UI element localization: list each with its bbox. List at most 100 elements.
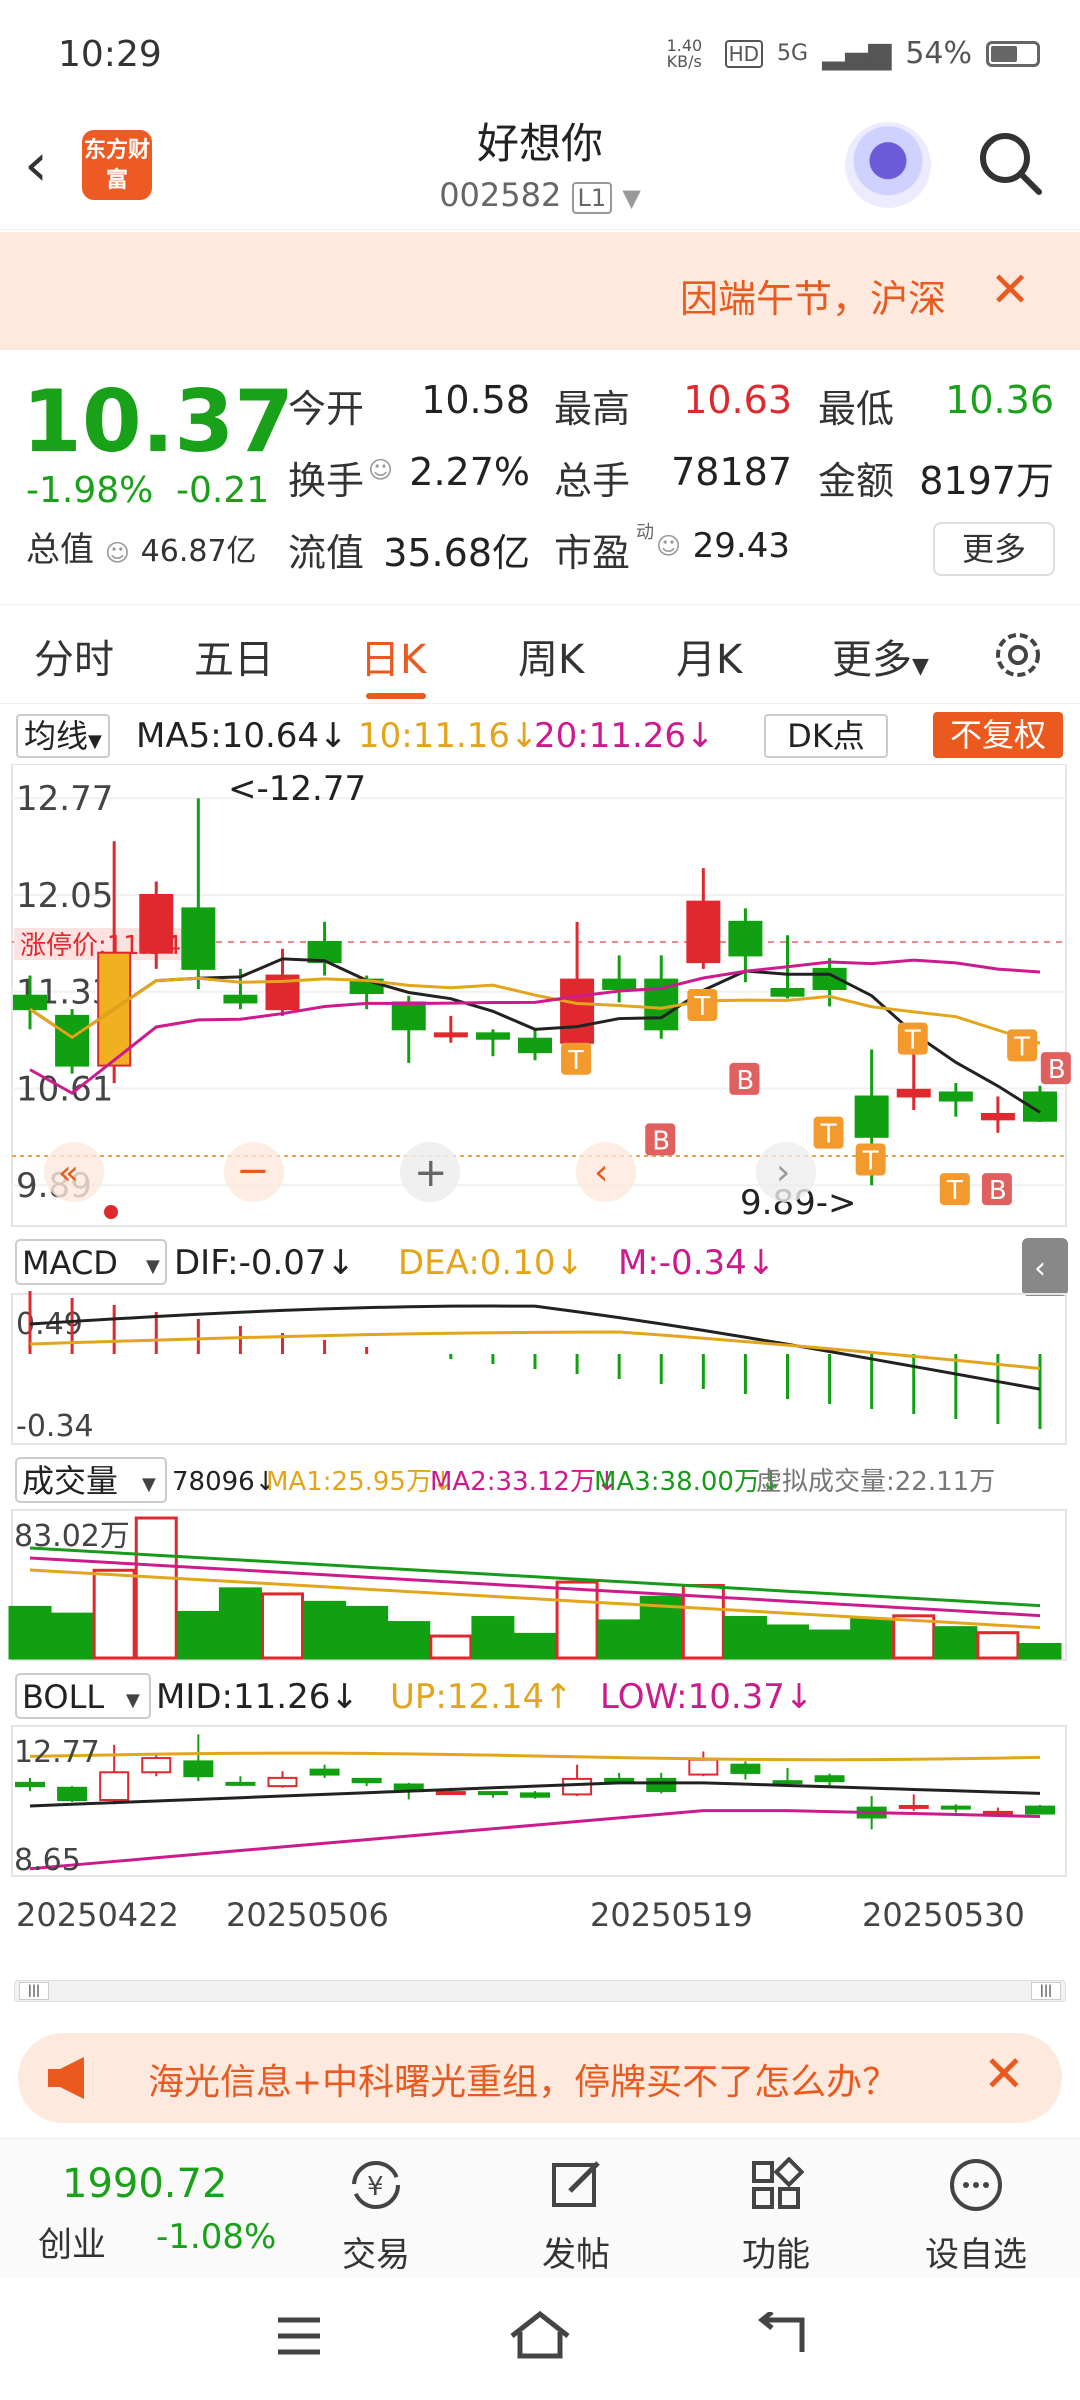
info-icon[interactable]: ☺ [368,456,393,484]
boll-candle-body [1025,1805,1055,1815]
bt-signal-label: T [820,1120,837,1150]
tab-intraday[interactable]: 分时 [34,627,114,685]
candle-body [686,900,721,964]
market-cap-label: 总值 [26,530,94,570]
tab-daily-k[interactable]: 日K [360,627,426,685]
scroll-handle-left[interactable]: ||| [19,1982,49,2000]
home-icon[interactable] [508,2310,572,2360]
tab-monthly-k[interactable]: 月K [676,627,742,685]
news-promo-bar[interactable]: 海光信息+中科曙光重组，停牌买不了怎么办？ ✕ [18,2033,1062,2123]
volume-bar [50,1612,94,1660]
info-icon[interactable]: ☺ [105,539,130,567]
adjust-price-button[interactable]: 不复权 [933,712,1063,758]
amount-value: 8197万 [919,459,1054,503]
change-amount: -0.21 [176,470,270,511]
boll-candle-body [898,1804,929,1809]
index-value[interactable]: 1990.72 [62,2161,227,2207]
m-legend: M:-0.34↓ [618,1243,775,1283]
more-button[interactable]: 更多 [933,522,1055,576]
level-badge: L1 [571,182,613,214]
chart-scrollbar[interactable]: ||| ||| [14,1980,1066,2002]
ma-selector[interactable]: 均线▼ [16,714,110,758]
candle-body [560,978,595,1044]
boll-candle-body [520,1792,550,1798]
gear-icon[interactable] [990,627,1046,683]
volume-bar [850,1617,894,1660]
kline-svg: 涨停价:11.54 12.7712.0511.3310.619.89 <-12.… [8,764,1071,1934]
search-icon[interactable] [975,128,1045,198]
back-button[interactable]: ‹ [24,130,48,200]
boll-mid-legend: MID:11.26↓ [156,1677,359,1717]
functions-button[interactable]: 功能 [706,2156,846,2276]
edit-icon [552,2161,600,2207]
candle-body [980,1112,1015,1121]
svg-text:¥: ¥ [367,2172,384,2202]
date-label: 20250530 [862,1896,1025,1934]
boll-candle-body [99,1771,130,1802]
chevron-down-icon: ▼ [622,184,641,212]
boll-low-line [29,1809,1041,1871]
holiday-notice-banner[interactable]: 因端午节，沪深 ✕ [0,232,1080,350]
candle-body [139,893,174,954]
ma5-legend: MA5:10.64↓ [136,716,348,756]
add-watchlist-button[interactable]: 设自选 [906,2157,1046,2276]
back-icon[interactable] [754,2312,810,2358]
candle-body [433,1032,468,1038]
boll-candle-body [225,1781,256,1786]
bt-signal-label: T [1013,1032,1030,1062]
status-bar: 10:29 1.40 KB/s HD 5G ▂▄▆ 54% [0,0,1080,110]
bt-signal-label: T [693,992,710,1022]
chevron-right-icon: › [776,1152,790,1193]
dk-point-selector[interactable]: DK点 [764,714,888,758]
scroll-handle-right[interactable]: ||| [1031,1982,1061,2000]
chevron-left-icon: ‹ [1034,1251,1046,1286]
candle-body [728,920,763,957]
trade-button[interactable]: ¥ 交易 [306,2157,446,2276]
status-time: 10:29 [58,34,162,75]
functions-label: 功能 [742,2235,810,2275]
candle-body [602,978,637,990]
app-logo[interactable]: 东方财富 [82,130,152,200]
market-cap-value: 46.87亿 [140,534,257,569]
open-label: 今开 [288,387,365,431]
volume-bar [345,1605,389,1660]
bt-signal-label: T [567,1046,584,1076]
tab-weekly-k[interactable]: 周K [518,627,584,685]
chevron-down-icon: ▼ [912,654,929,679]
bottom-toolbar: 1990.72 创业 -1.08% ¥ 交易 发帖 功能 设自选 [0,2138,1080,2278]
boll-candle-body [435,1791,466,1796]
stock-code-selector[interactable]: 002582 L1 ▼ [420,176,660,214]
promo-text: 海光信息+中科曙光重组，停牌买不了怎么办？ [148,2062,899,2103]
volume-bar [597,1619,641,1660]
pe-value: 29.43 [692,526,790,566]
boll-candle-body [772,1780,803,1785]
chevron-left-icon: ‹ [594,1152,608,1193]
volume-ma2-legend: MA2:33.12万↓ [430,1467,618,1497]
info-icon[interactable]: ☺ [656,532,681,560]
volume-bar [766,1624,809,1660]
boll-candle-body [477,1791,508,1796]
chevron-down-icon: ▼ [142,1474,156,1495]
ma-selector-label: 均线 [24,717,89,755]
active-tab-indicator [366,693,426,699]
close-icon[interactable]: ✕ [990,262,1030,318]
kline-chart-area[interactable]: 均线▼ MA5:10.64↓ 10:11.16↓ 20:11.26↓ DK点 不… [0,706,1080,2002]
robot-assistant-avatar[interactable] [845,122,931,208]
system-navigation-bar [0,2280,1080,2400]
candle-body [896,1088,931,1098]
stock-code: 002582 [439,176,562,214]
volume-bar [976,1631,1020,1660]
post-button[interactable]: 发帖 [506,2157,646,2276]
close-icon[interactable]: ✕ [983,2045,1025,2103]
volume-ma1-legend: MA1:25.95万↓ [266,1467,454,1497]
volume-bar [723,1616,767,1660]
tab-five-day[interactable]: 五日 [194,627,274,685]
tab-more[interactable]: 更多▼ [832,627,929,685]
virtual-volume-legend: 虚拟成交量:22.11万 [756,1467,995,1497]
menu-icon[interactable] [274,2314,324,2358]
boll-candle-body [141,1757,172,1774]
boll-candle-body [940,1805,971,1810]
volume-bar [808,1629,852,1660]
float-cap-value: 35.68亿 [383,531,530,575]
index-name[interactable]: 创业 [38,2217,106,2266]
